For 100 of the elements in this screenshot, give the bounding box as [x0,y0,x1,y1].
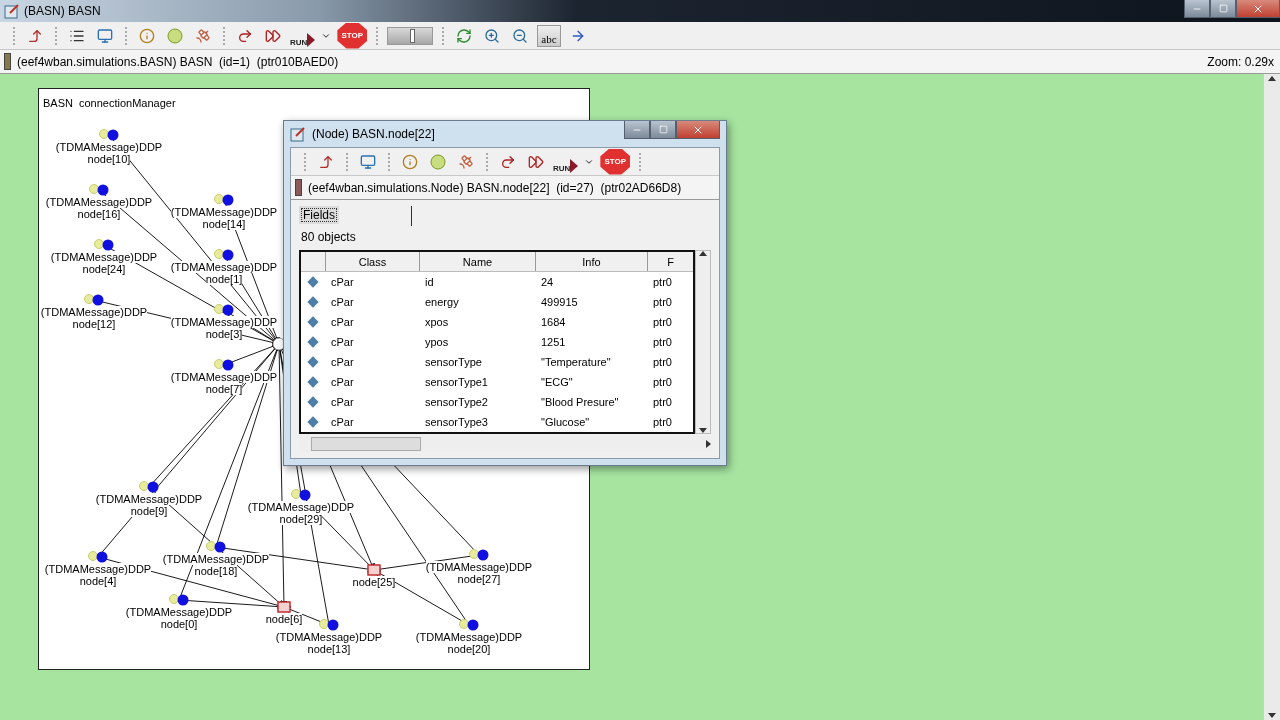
field-icon [307,296,319,308]
sensor-node-icon[interactable] [468,549,490,561]
node-label: node[7] [205,383,243,395]
sensor-node-icon[interactable] [93,239,115,251]
table-cell-text: "Glucose" [540,416,591,428]
node-label: node[9] [130,505,168,517]
scroll-up-icon [1268,76,1276,81]
scroll-right-icon [706,440,711,448]
maximize-button[interactable] [650,121,676,139]
table-cell-text: cPar [330,376,355,388]
message-label: (TDMAMessage)DDP [50,251,158,263]
sensor-node-icon[interactable] [213,249,235,261]
table-cell-text: ptr0 [652,396,673,408]
table-cell-text: 499915 [540,296,579,308]
sensor-node-icon[interactable] [168,594,190,606]
run-button[interactable]: RUN [290,24,316,47]
message-label: (TDMAMessage)DDP [275,631,383,643]
table-cell-text: ptr0 [652,376,673,388]
dialog-title: (Node) BASN.node[22] [312,127,435,141]
message-label: (TDMAMessage)DDP [95,493,203,505]
object-count: 80 objects [300,230,357,246]
table-cell-text: sensorType2 [424,396,489,408]
scroll-up-icon [699,251,707,256]
node-label: node[4] [79,575,117,587]
sensor-node-icon[interactable] [88,184,110,196]
node-label: node[12] [72,318,116,330]
vertical-scrollbar[interactable] [1263,74,1280,720]
sink-node-icon[interactable] [367,564,381,576]
restore-icon [1218,4,1228,13]
maximize-icon [658,125,668,134]
stop-button[interactable]: STOP [337,22,368,49]
field-icon [307,396,319,408]
network-title: BASN [43,97,73,109]
table-cell-text: cPar [330,336,355,348]
field-icon [307,416,319,428]
node-label: node[0] [160,618,198,630]
app-icon [290,126,306,142]
stop-button[interactable]: STOP [600,148,631,175]
table-cell-text: "Temperature" [540,356,612,368]
table-cell-text: 1251 [540,336,567,348]
sensor-node-icon[interactable] [318,619,340,631]
table-cell-text: cPar [330,276,355,288]
sensor-node-icon[interactable] [205,541,227,553]
node-label: node[16] [77,208,121,220]
table-scrollbar[interactable] [695,250,711,434]
sensor-node-icon[interactable] [213,304,235,316]
node-label: node[1] [205,273,243,285]
speed-slider[interactable] [387,26,434,45]
table-cell-text: cPar [330,316,355,328]
table-cell-text: cPar [330,356,355,368]
message-label: (TDMAMessage)DDP [40,306,148,318]
sensor-node-icon[interactable] [138,481,160,493]
table-cell-text: cPar [330,296,355,308]
restore-button[interactable] [1210,0,1236,18]
field-icon [307,276,319,288]
column-header[interactable]: F [647,252,693,271]
table-cell-text: 24 [540,276,555,288]
table-cell-text: "ECG" [540,376,574,388]
field-icon [307,356,319,368]
table-cell-text: sensorType1 [424,376,489,388]
table-cell-text: cPar [330,396,355,408]
sensor-node-icon[interactable] [98,129,120,141]
column-header[interactable]: Name [419,252,535,271]
scroll-down-icon [1268,713,1276,718]
slider-thumb[interactable] [410,28,416,43]
table-cell-text: energy [424,296,460,308]
table-cell-text: cPar [330,416,355,428]
app-icon [4,3,20,19]
node-label: node[3] [205,328,243,340]
table-cell-text: "Blood Presure" [540,396,620,408]
table-cell-text: sensorType [424,356,483,368]
message-label: (TDMAMessage)DDP [170,371,278,383]
table-cell-text: ptr0 [652,336,673,348]
sensor-node-icon[interactable] [213,194,235,206]
message-label: (TDMAMessage)DDP [55,141,163,153]
minimize-button[interactable] [1184,0,1210,18]
table-cell-text: xpos [424,316,450,328]
color-swatch [295,179,302,196]
node-label: node[13] [307,643,351,655]
column-header[interactable]: Info [535,252,647,271]
sensor-node-icon[interactable] [87,551,109,563]
labels-button[interactable]: abc [537,24,561,47]
node-label: node[29] [279,513,323,525]
node-label: node[18] [194,565,238,577]
sensor-node-icon[interactable] [458,619,480,631]
message-label: (TDMAMessage)DDP [247,501,355,513]
object-info: (eef4wban.simulations.BASN) BASN (id=1) (ptr010BAED0) [17,54,339,69]
sink-node-icon[interactable] [277,601,291,613]
table-cell-text: ptr0 [652,296,673,308]
table-cell-text: 1684 [540,316,567,328]
sensor-node-icon[interactable] [83,294,105,306]
sensor-node-icon[interactable] [290,489,312,501]
column-header[interactable]: Class [325,252,419,271]
message-label: (TDMAMessage)DDP [44,563,152,575]
sensor-node-icon[interactable] [213,359,235,371]
node-label: node[14] [202,218,246,230]
minimize-button[interactable] [624,121,650,139]
fields-tab[interactable]: Fields [299,206,339,224]
color-swatch [4,53,11,70]
run-button[interactable]: RUN [553,150,579,173]
